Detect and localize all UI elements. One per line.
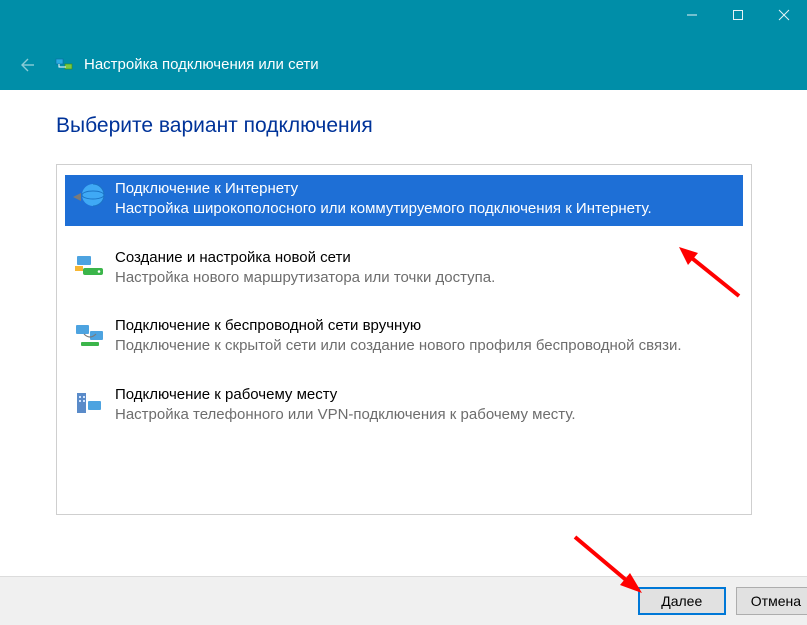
option-title: Создание и настройка новой сети <box>115 248 495 268</box>
option-desc: Настройка нового маршрутизатора или точк… <box>115 268 495 288</box>
router-icon <box>69 248 109 284</box>
next-button[interactable]: Далее <box>638 587 726 615</box>
option-title: Подключение к Интернету <box>115 179 652 199</box>
option-workplace[interactable]: Подключение к рабочему месту Настройка т… <box>65 381 743 432</box>
workplace-icon <box>69 385 109 421</box>
minimize-button[interactable] <box>669 0 715 29</box>
option-desc: Настройка широкополосного или коммутируе… <box>115 199 652 219</box>
header-bar: Настройка подключения или сети <box>0 39 807 90</box>
wizard-body: Выберите вариант подключения Подключение… <box>0 90 807 515</box>
option-desc: Настройка телефонного или VPN-подключени… <box>115 405 576 425</box>
close-button[interactable] <box>761 0 807 29</box>
network-wizard-icon <box>54 55 74 75</box>
back-button[interactable] <box>12 51 40 79</box>
window-titlebar <box>0 0 807 39</box>
maximize-button[interactable] <box>715 0 761 29</box>
wireless-icon <box>69 316 109 352</box>
option-internet-connection[interactable]: Подключение к Интернету Настройка широко… <box>65 175 743 226</box>
options-list: Подключение к Интернету Настройка широко… <box>56 164 752 515</box>
option-desc: Подключение к скрытой сети или создание … <box>115 336 682 356</box>
option-title: Подключение к рабочему месту <box>115 385 576 405</box>
page-heading: Выберите вариант подключения <box>56 114 807 138</box>
window-title: Настройка подключения или сети <box>84 56 319 73</box>
option-wireless-manual[interactable]: Подключение к беспроводной сети вручную … <box>65 312 743 363</box>
option-new-network[interactable]: Создание и настройка новой сети Настройк… <box>65 244 743 295</box>
globe-icon <box>69 179 109 215</box>
wizard-footer: Далее Отмена <box>0 576 807 625</box>
cancel-button[interactable]: Отмена <box>736 587 807 615</box>
option-title: Подключение к беспроводной сети вручную <box>115 316 682 336</box>
